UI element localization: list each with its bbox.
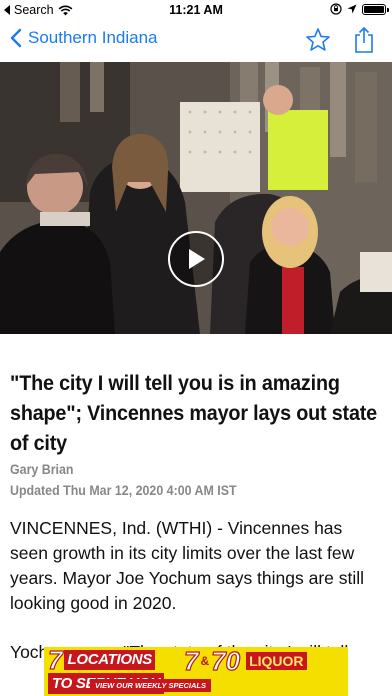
back-button[interactable]: Southern Indiana — [10, 28, 158, 48]
play-icon — [189, 249, 205, 269]
share-icon — [355, 26, 373, 53]
article-updated-date: Updated Thu Mar 12, 2020 4:00 AM IST — [10, 483, 237, 498]
ad-logo-block: 7 & 70 LIQUOR — [183, 647, 346, 676]
ad-logo-amp: & — [200, 654, 210, 668]
orientation-lock-icon — [330, 3, 342, 15]
ad-logo: 7 & 70 LIQUOR — [183, 647, 346, 676]
location-arrow-icon — [347, 4, 357, 14]
ad-logo-seventy: 70 — [211, 647, 241, 676]
article: "The city I will tell you is in amazing … — [10, 334, 384, 689]
article-author[interactable]: Gary Brian — [10, 462, 354, 477]
ad-logo-word: LIQUOR — [246, 652, 307, 670]
ad-logo-seven: 7 — [183, 647, 199, 676]
favorite-button[interactable] — [304, 26, 332, 54]
video-thumbnail — [0, 62, 392, 334]
video-player[interactable] — [0, 62, 392, 334]
ad-locations-text: LOCATIONS — [64, 650, 155, 670]
back-button-label: Southern Indiana — [28, 28, 158, 47]
article-headline: "The city I will tell you is in amazing … — [10, 371, 377, 455]
article-body: VINCENNES, Ind. (WTHI) - Vincennes has s… — [10, 516, 384, 665]
status-bar: Search 11:21 AM — [0, 0, 392, 20]
nav-bar: Southern Indiana — [0, 20, 392, 62]
battery-icon — [362, 3, 389, 15]
status-indicators — [330, 3, 389, 15]
ad-locations-number: 7 — [47, 647, 63, 675]
share-button[interactable] — [350, 26, 378, 54]
ad-banner[interactable]: 7 LOCATIONS TO SERVE YOU 7 & 70 LIQUOR V… — [44, 647, 348, 696]
star-outline-icon — [306, 28, 330, 51]
play-button[interactable] — [168, 231, 224, 287]
article-paragraph: VINCENNES, Ind. (WTHI) - Vincennes has s… — [10, 518, 365, 613]
nav-actions — [304, 26, 378, 54]
chevron-left-icon — [10, 28, 22, 48]
ad-cta[interactable]: VIEW OUR WEEKLY SPECIALS — [90, 679, 211, 692]
battery-level — [364, 5, 384, 13]
